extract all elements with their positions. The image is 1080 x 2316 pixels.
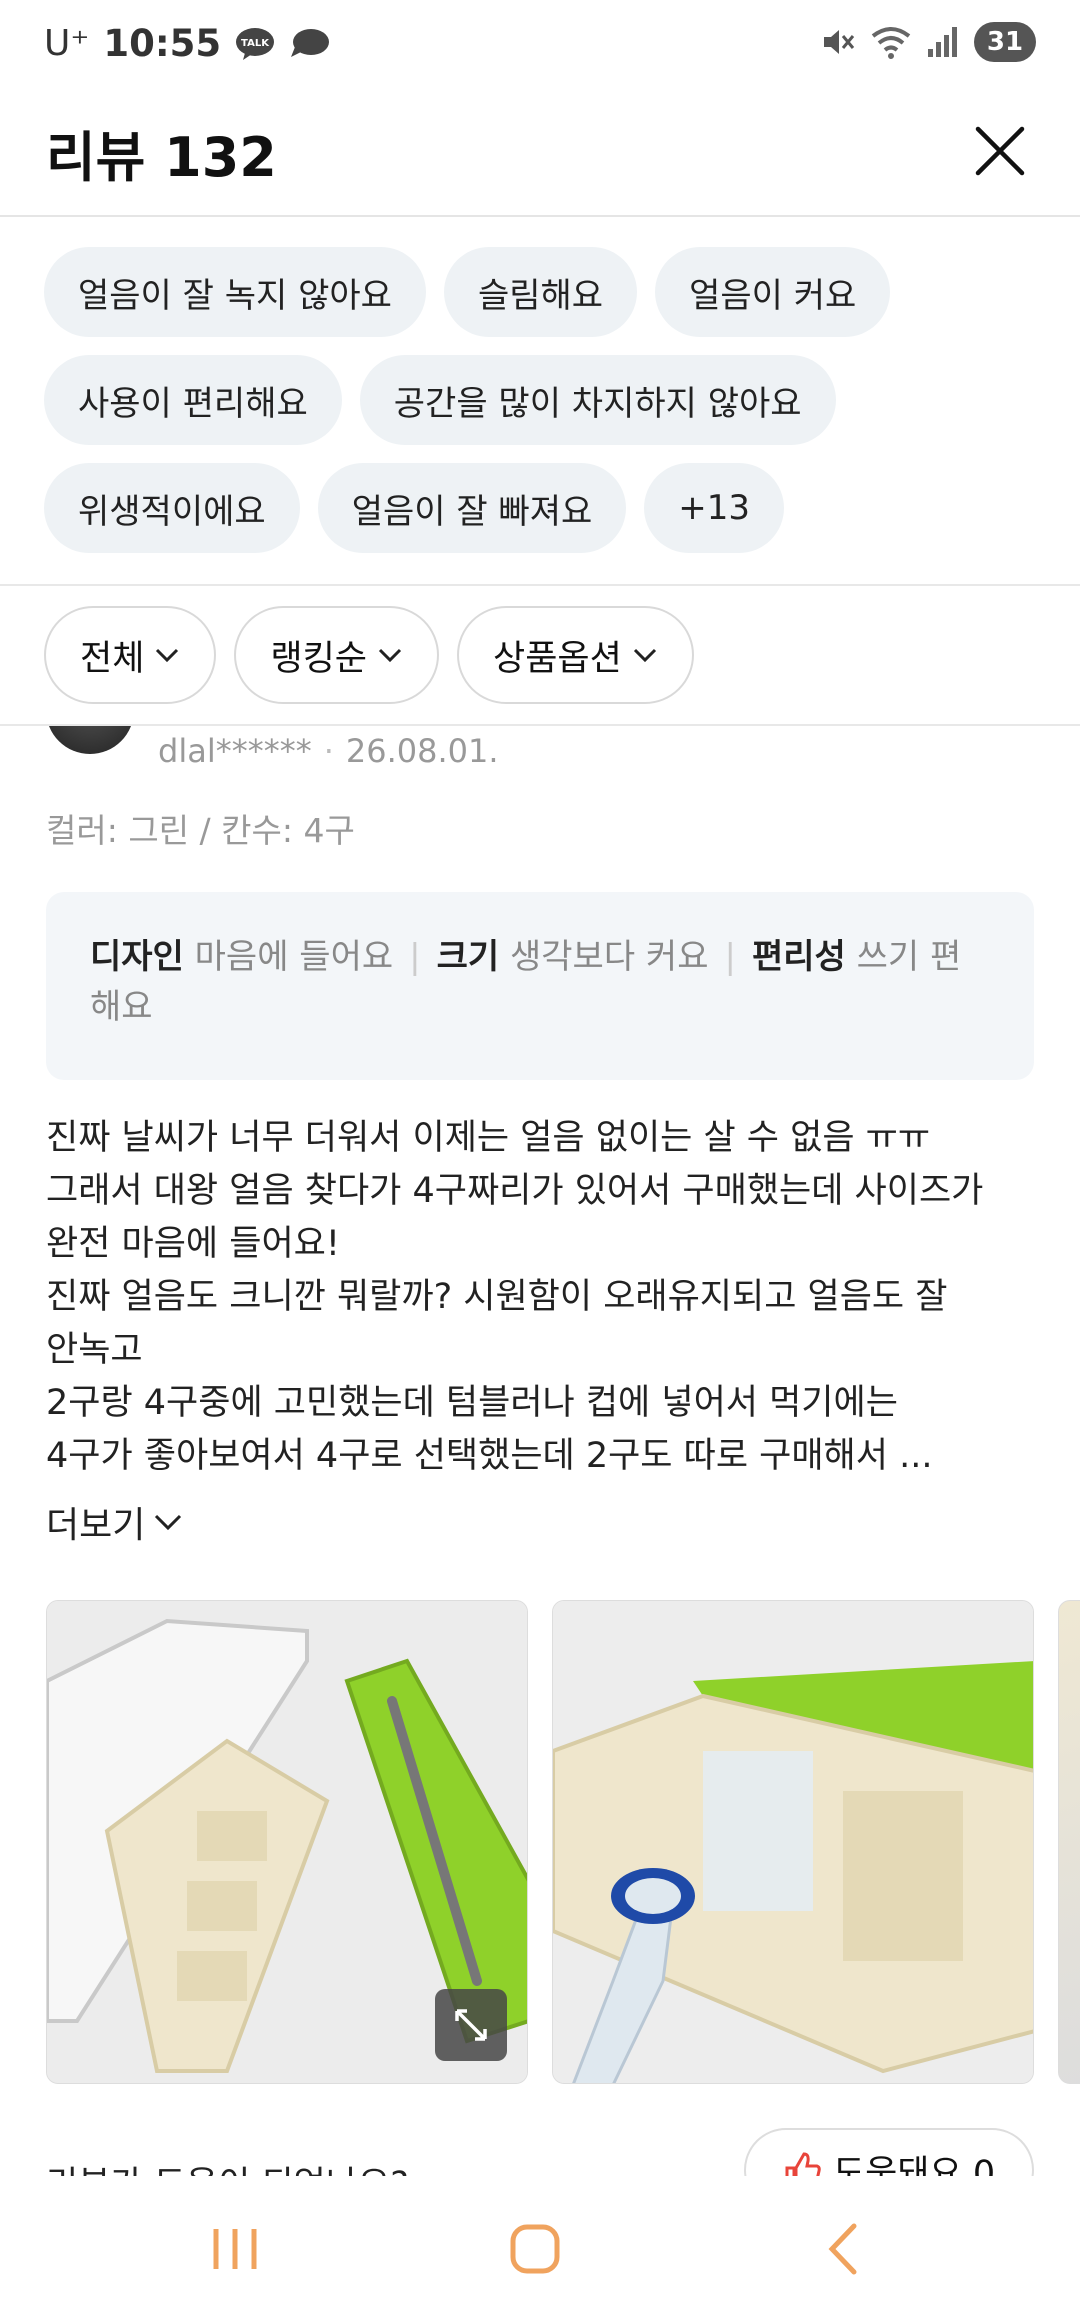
review-line: 4구가 좋아보여서 4구로 선택했는데 2구도 따로 구매해서 ... xyxy=(46,1436,933,1476)
chevron-down-icon xyxy=(378,648,402,663)
thumbs-up-icon xyxy=(785,2152,821,2176)
battery-indicator: 31 xyxy=(974,22,1036,62)
more-keywords-chip[interactable]: +13 xyxy=(644,463,785,553)
carrier-label: U⁺ xyxy=(44,23,90,64)
filter-all-dropdown[interactable]: 전체 xyxy=(44,606,217,704)
review-date: 26.08.01. xyxy=(345,732,499,770)
chevron-down-icon xyxy=(155,1514,182,1531)
chevron-down-icon xyxy=(156,648,179,663)
ice-tray-photo xyxy=(553,1601,1033,2083)
divider xyxy=(0,584,1080,586)
filter-label: 전체 xyxy=(80,638,145,679)
helpful-button[interactable]: 도움돼요 0 xyxy=(744,2128,1034,2176)
filter-label: 랭킹순 xyxy=(270,638,368,679)
svg-text:TALK: TALK xyxy=(241,38,270,49)
filter-bar: 전체 랭킹순 상품옵션 xyxy=(44,606,694,704)
keyword-chip[interactable]: 얼음이 잘 빠져요 xyxy=(317,463,627,553)
keyword-chip[interactable]: 슬림해요 xyxy=(443,247,638,337)
eval-value: 생각보다 커요 xyxy=(510,937,709,977)
keyword-chip[interactable]: 얼음이 잘 녹지 않아요 xyxy=(44,247,426,337)
read-more-button[interactable]: 더보기 xyxy=(46,1496,183,1548)
helpful-label: 도움돼요 0 xyxy=(832,2153,996,2177)
keyword-chips: 얼음이 잘 녹지 않아요 슬림해요 얼음이 커요 사용이 편리해요 공간을 많이… xyxy=(44,247,1044,571)
review-line: 2구랑 4구중에 고민했는데 텀블러나 컵에 넣어서 먹기에는 xyxy=(46,1383,898,1423)
home-icon[interactable] xyxy=(500,2214,570,2284)
helpful-question: 리뷰가 도움이 되었나요? xyxy=(46,2156,409,2176)
review-line: 진짜 날씨가 너무 더워서 이제는 얼음 없이는 살 수 없음 ㅠㅠ xyxy=(46,1118,931,1158)
avatar xyxy=(46,726,134,754)
review-line: 그래서 대왕 얼음 찾다가 4구짜리가 있어서 구매했는데 사이즈가 xyxy=(46,1171,984,1211)
wifi-icon xyxy=(871,27,911,59)
evaluation-box: 디자인 마음에 들어요 | 크기 생각보다 커요 | 편리성 쓰기 편해요 xyxy=(46,892,1034,1080)
review-line: 완전 마음에 들어요! xyxy=(46,1224,340,1264)
status-right: 31 xyxy=(820,22,1036,62)
eval-key: 디자인 xyxy=(90,937,184,977)
eval-value: 마음에 들어요 xyxy=(194,937,394,977)
keyword-chip[interactable]: 공간을 많이 차지하지 않아요 xyxy=(359,355,836,445)
talk-icon: TALK xyxy=(236,27,275,60)
filter-label: 상품옵션 xyxy=(493,638,622,679)
eval-key: 크기 xyxy=(436,937,500,977)
expand-icon xyxy=(455,2009,487,2041)
clock: 10:55 xyxy=(103,22,222,65)
review-photo[interactable] xyxy=(46,1600,528,2084)
back-icon[interactable] xyxy=(810,2214,880,2284)
page-title: 리뷰 132 xyxy=(46,126,277,189)
chip-row: 사용이 편리해요 공간을 많이 차지하지 않아요 xyxy=(44,355,1044,445)
system-navbar xyxy=(0,2176,1080,2316)
reviewer-id: dlal****** xyxy=(158,732,312,770)
eval-key: 편리성 xyxy=(751,937,846,977)
product-option: 컬러: 그린 / 칸수: 4구 xyxy=(46,811,355,850)
review-photo[interactable] xyxy=(1058,1600,1080,2084)
review-meta: dlal****** · 26.08.01. xyxy=(158,732,499,770)
chip-row: 얼음이 잘 녹지 않아요 슬림해요 얼음이 커요 xyxy=(44,247,1044,337)
review-line: 안녹고 xyxy=(46,1330,143,1370)
review-item: dlal****** · 26.08.01. 컬러: 그린 / 칸수: 4구 디자인… xyxy=(0,726,1080,2176)
chip-row: 위생적이에요 얼음이 잘 빠져요 +13 xyxy=(44,463,1044,553)
keyword-chip[interactable]: 얼음이 커요 xyxy=(655,247,891,337)
filter-option-dropdown[interactable]: 상품옵션 xyxy=(457,606,694,704)
mute-icon xyxy=(824,30,855,54)
close-icon[interactable] xyxy=(972,123,1028,179)
chat-bubble-icon xyxy=(291,28,330,57)
read-more-label: 더보기 xyxy=(46,1505,146,1546)
keyword-chip[interactable]: 위생적이에요 xyxy=(44,463,300,553)
filter-sort-dropdown[interactable]: 랭킹순 xyxy=(234,606,440,704)
review-header: 리뷰 132 xyxy=(0,95,1080,217)
expand-photo-button[interactable] xyxy=(435,1989,507,2061)
status-left: U⁺ 10:55 TALK xyxy=(44,22,331,65)
recent-apps-icon[interactable] xyxy=(200,2214,270,2284)
chevron-down-icon xyxy=(633,648,656,663)
review-line: 진짜 얼음도 크니깐 뭐랄까? 시원함이 오래유지되고 얼음도 잘 xyxy=(46,1277,948,1317)
review-body: 진짜 날씨가 너무 더워서 이제는 얼음 없이는 살 수 없음 ㅠㅠ 그래서 대… xyxy=(46,1112,1046,1483)
review-photo[interactable] xyxy=(552,1600,1034,2084)
keyword-chip[interactable]: 사용이 편리해요 xyxy=(44,355,342,445)
status-bar: U⁺ 10:55 TALK 31 xyxy=(0,0,1080,95)
signal-icon xyxy=(928,27,957,57)
